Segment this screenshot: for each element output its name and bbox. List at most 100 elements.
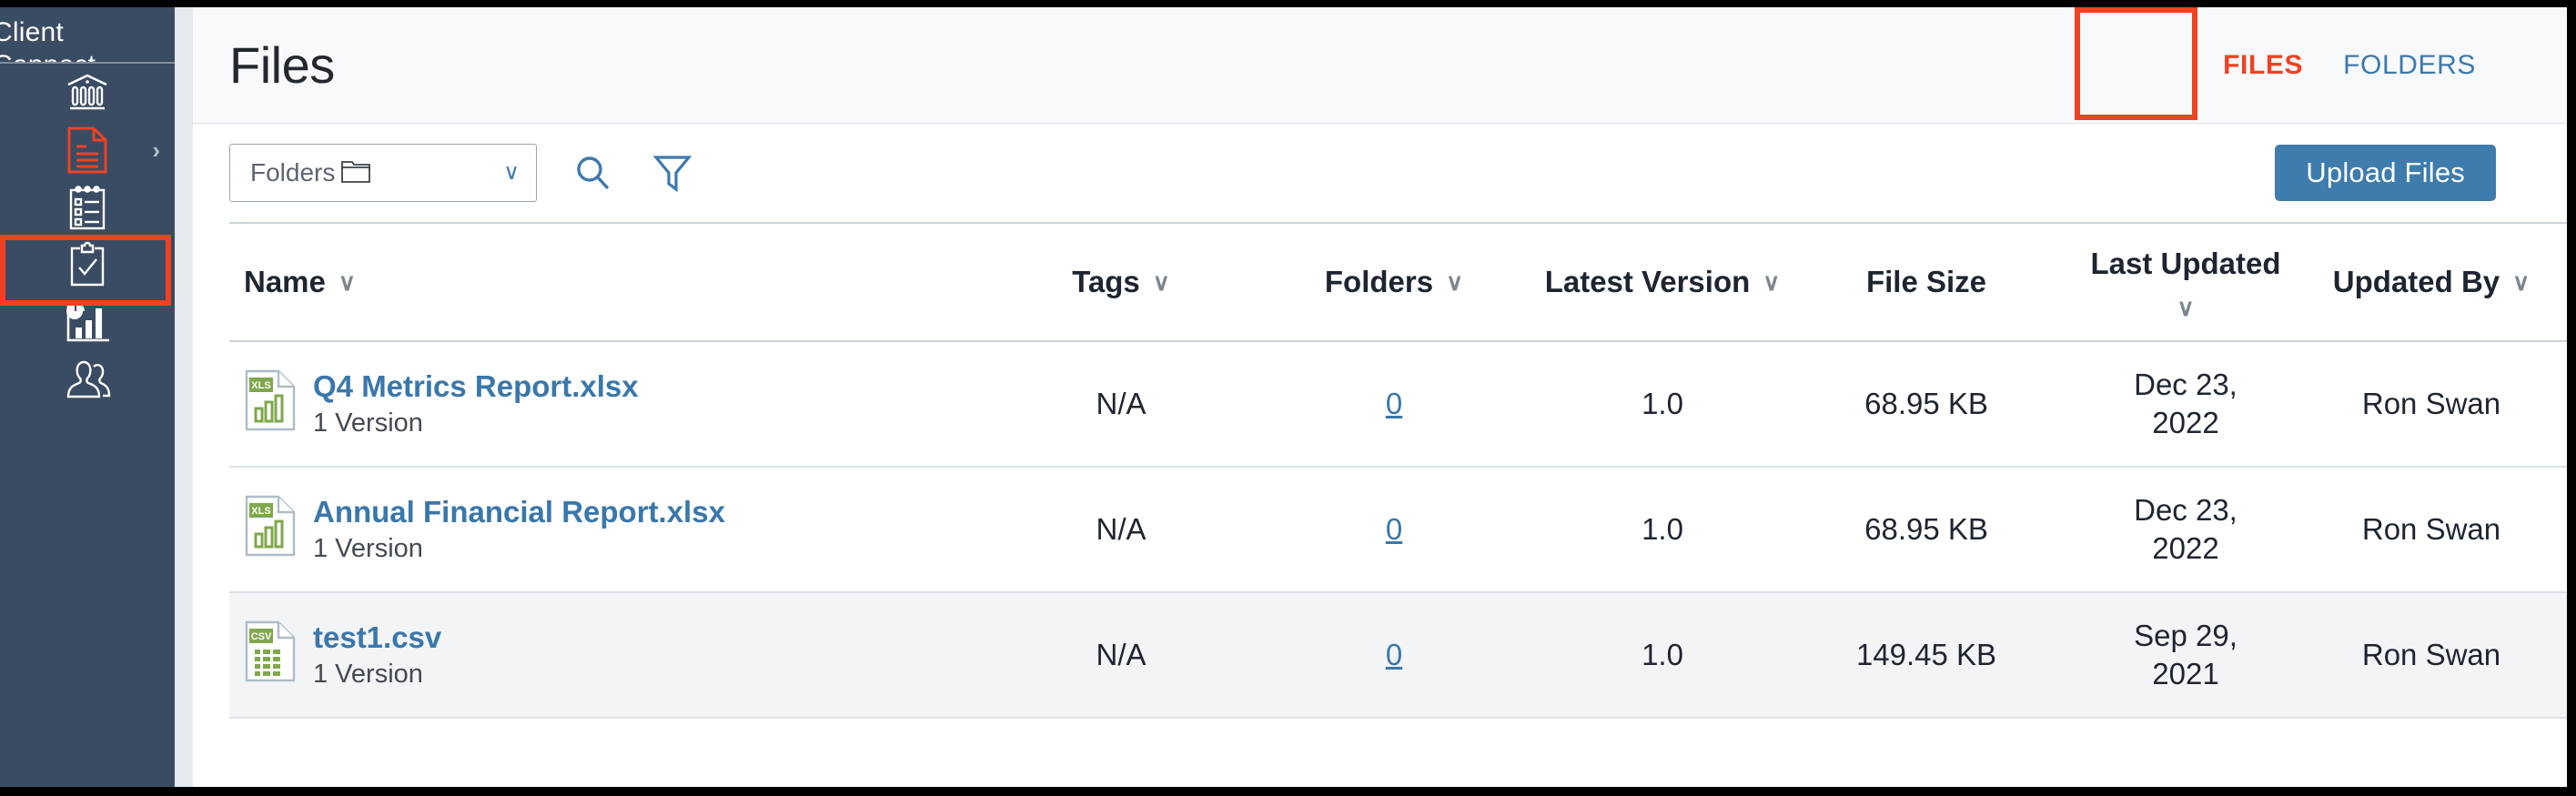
main-content: Files FILES FOLDERS Folders ∨ Upload Fil…	[193, 7, 2567, 787]
clipboard-check-icon	[62, 239, 113, 290]
last-updated-line-1: Dec 23,	[2134, 368, 2238, 401]
column-header-tags[interactable]: Tags ∨	[985, 222, 1258, 342]
cell-name: CSV test1.csv 1 Version	[229, 592, 985, 719]
cell-select	[2550, 592, 2567, 719]
chevron-down-icon: ∨	[2177, 294, 2195, 321]
column-header-file-size-label: File Size	[1865, 265, 1987, 298]
app-brand: Client Connect	[0, 7, 175, 64]
cell-latest-version: 1.0	[1530, 467, 1794, 593]
cell-name: XLS Annual Financial Report.xlsx 1 Versi…	[229, 467, 985, 593]
last-updated-line-1: Sep 29,	[2134, 619, 2238, 652]
document-icon	[62, 125, 113, 176]
svg-text:XLS: XLS	[251, 506, 270, 517]
sidebar-item-bank[interactable]	[0, 64, 175, 121]
column-header-file-size: File Size	[1794, 222, 2058, 342]
cell-select	[2550, 341, 2567, 468]
cell-last-updated: Dec 23, 2022	[2058, 467, 2313, 593]
folder-count-link[interactable]: 0	[1386, 387, 1402, 420]
cell-select	[2550, 467, 2567, 593]
column-header-name-label: Name	[244, 265, 326, 298]
files-table-container: Name ∨ Tags ∨ Folders ∨ Latest Version ∨…	[193, 222, 2567, 719]
file-version-count: 1 Version	[313, 660, 423, 689]
last-updated-line-2: 2021	[2152, 657, 2219, 690]
chevron-down-icon: ∨	[1763, 268, 1781, 296]
column-header-folders[interactable]: Folders ∨	[1258, 222, 1530, 342]
search-icon[interactable]	[568, 148, 617, 197]
files-table-head: Name ∨ Tags ∨ Folders ∨ Latest Version ∨…	[229, 222, 2567, 342]
sidebar: Client Connect	[0, 7, 175, 789]
column-header-updated-by-label: Updated By	[2332, 265, 2500, 298]
cell-updated-by: Ron Swan	[2313, 592, 2550, 719]
column-header-last-updated-label: Last Updated	[2090, 247, 2281, 280]
column-header-folders-label: Folders	[1324, 265, 1434, 298]
cell-folders: 0	[1258, 341, 1530, 468]
cell-latest-version: 1.0	[1530, 341, 1794, 468]
file-version-count: 1 Version	[313, 408, 423, 438]
folder-count-link[interactable]: 0	[1386, 638, 1402, 671]
file-name-link[interactable]: test1.csv	[313, 620, 441, 656]
sidebar-nav-list: ›	[0, 64, 175, 408]
sidebar-item-tasks[interactable]	[0, 236, 175, 293]
column-header-tags-label: Tags	[1072, 265, 1140, 298]
cell-file-size: 68.95 KB	[1794, 341, 2058, 468]
chevron-down-icon: ∨	[1152, 268, 1170, 296]
column-header-latest-version-label: Latest Version	[1544, 265, 1751, 298]
chevron-down-icon: ∨	[1446, 268, 1464, 296]
cell-tags: N/A	[985, 341, 1258, 468]
window-chrome-right	[2567, 0, 2576, 796]
cell-name: XLS Q4 Metrics Report.xlsx 1 Version	[229, 341, 985, 468]
column-header-select-all[interactable]	[2550, 222, 2567, 342]
toolbar: Folders ∨ Upload Files	[193, 124, 2567, 222]
cell-tags: N/A	[985, 467, 1258, 593]
brand-line-1: Client	[0, 17, 64, 47]
cell-latest-version: 1.0	[1530, 592, 1794, 719]
folder-filter-select-value: Folders	[250, 158, 371, 188]
files-table-body: XLS Q4 Metrics Report.xlsx 1 Version N/A…	[229, 341, 2567, 719]
folder-count-link[interactable]: 0	[1386, 512, 1402, 546]
window-chrome-bottom	[0, 787, 2576, 796]
column-header-name[interactable]: Name ∨	[229, 222, 985, 342]
table-row[interactable]: CSV test1.csv 1 Version N/A 0 1.0 149.45…	[229, 592, 2567, 719]
sidebar-item-reports[interactable]	[0, 293, 175, 350]
checklist-icon	[62, 182, 113, 233]
cell-file-size: 68.95 KB	[1794, 467, 2058, 593]
page-header: Files FILES FOLDERS	[193, 7, 2567, 124]
last-updated-line-2: 2022	[2152, 531, 2219, 565]
files-table: Name ∨ Tags ∨ Folders ∨ Latest Version ∨…	[229, 222, 2567, 719]
last-updated-line-1: Dec 23,	[2134, 493, 2238, 527]
chevron-right-icon: ›	[152, 136, 160, 164]
file-name-link[interactable]: Q4 Metrics Report.xlsx	[313, 368, 639, 405]
brand-line-2: Connect	[0, 49, 175, 62]
csv-file-icon: CSV	[244, 620, 297, 690]
xls-file-icon: XLS	[244, 494, 297, 565]
cell-last-updated: Sep 29, 2021	[2058, 592, 2313, 719]
column-header-updated-by[interactable]: Updated By ∨	[2313, 222, 2550, 342]
table-row[interactable]: XLS Q4 Metrics Report.xlsx 1 Version N/A…	[229, 341, 2567, 468]
file-name-link[interactable]: Annual Financial Report.xlsx	[313, 494, 725, 530]
upload-files-button[interactable]: Upload Files	[2275, 145, 2496, 201]
folder-icon	[340, 158, 371, 188]
cell-folders: 0	[1258, 592, 1530, 719]
column-header-last-updated[interactable]: Last Updated ∨	[2058, 222, 2313, 342]
chevron-down-icon: ∨	[503, 160, 520, 185]
sidebar-item-checklist[interactable]	[0, 178, 175, 236]
page-title: Files	[229, 36, 335, 94]
tab-folders[interactable]: FOLDERS	[2323, 7, 2496, 123]
svg-text:XLS: XLS	[251, 380, 270, 391]
cell-last-updated: Dec 23, 2022	[2058, 341, 2313, 468]
filter-icon[interactable]	[648, 148, 697, 197]
cell-folders: 0	[1258, 467, 1530, 593]
last-updated-line-2: 2022	[2152, 406, 2219, 439]
bank-icon	[62, 67, 113, 118]
sidebar-item-contacts[interactable]	[0, 350, 175, 408]
sidebar-item-documents[interactable]: ›	[0, 121, 175, 178]
users-icon	[62, 354, 113, 405]
xls-file-icon: XLS	[244, 368, 297, 439]
cell-updated-by: Ron Swan	[2313, 341, 2550, 468]
column-header-latest-version[interactable]: Latest Version ∨	[1530, 222, 1794, 342]
svg-text:CSV: CSV	[251, 631, 272, 642]
files-table-header-row: Name ∨ Tags ∨ Folders ∨ Latest Version ∨…	[229, 222, 2567, 342]
tab-files[interactable]: FILES	[2203, 7, 2323, 123]
table-row[interactable]: XLS Annual Financial Report.xlsx 1 Versi…	[229, 467, 2567, 593]
folder-filter-select[interactable]: Folders ∨	[229, 144, 537, 202]
